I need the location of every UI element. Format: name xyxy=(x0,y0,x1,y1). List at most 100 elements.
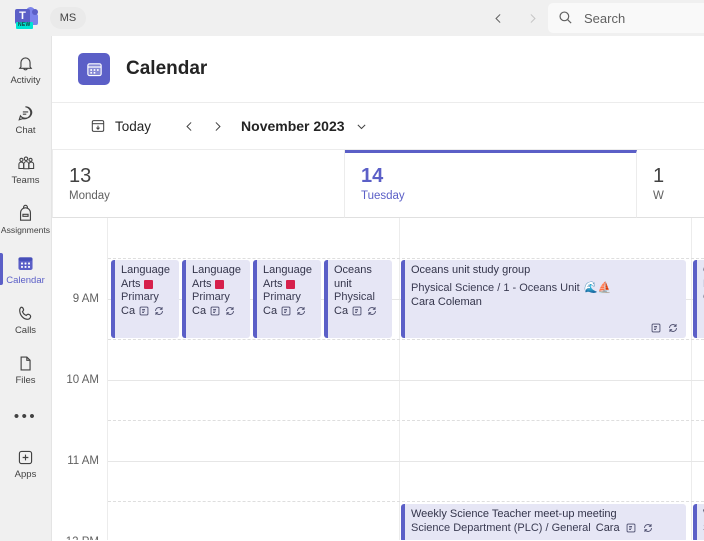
calendar-app-icon xyxy=(78,53,110,85)
search-input[interactable]: Search xyxy=(584,11,625,26)
sidebar-item-label: Activity xyxy=(10,75,41,86)
teams-people-icon xyxy=(15,152,37,174)
sidebar-item-apps[interactable]: Apps xyxy=(0,438,52,488)
event-title: Weekly Science Teacher meet-up meeting xyxy=(411,508,617,520)
day-header-wednesday[interactable]: 1 W xyxy=(637,150,704,218)
calendar-event[interactable]: Language Arts Primary Ca xyxy=(182,260,250,338)
event-title-line1: Language xyxy=(263,264,312,276)
calendar-body: 9 AM 10 AM 11 AM 12 PM Language xyxy=(52,218,704,540)
day-name: Tuesday xyxy=(361,190,405,202)
sidebar-item-label: Apps xyxy=(14,469,37,480)
recurring-icon xyxy=(667,322,679,334)
notes-icon xyxy=(625,522,637,534)
today-label: Today xyxy=(115,118,152,134)
sidebar-item-calls[interactable]: Calls xyxy=(0,294,52,344)
recurring-icon xyxy=(366,305,378,317)
day-name: Monday xyxy=(69,190,110,202)
back-button[interactable] xyxy=(484,4,512,32)
calendar-event[interactable]: O P C xyxy=(693,260,704,338)
event-person: Ca xyxy=(263,304,278,317)
event-person: Cara Coleman xyxy=(411,295,482,308)
calendar-event[interactable]: Language Arts Primary Ca xyxy=(253,260,321,338)
event-title: Oceans unit study group xyxy=(411,264,531,276)
sidebar-item-chat[interactable]: Chat xyxy=(0,94,52,144)
calendar-event[interactable]: Language Arts Primary Ca xyxy=(111,260,179,338)
half-hour-line xyxy=(108,339,704,340)
half-hour-line xyxy=(108,258,704,259)
hour-line xyxy=(108,461,704,462)
event-subtitle: Physical Science / 1 - Oceans Unit xyxy=(411,281,580,294)
notes-icon xyxy=(280,305,292,317)
sidebar-item-assignments[interactable]: Assignments xyxy=(0,194,52,244)
event-title-line1: Language xyxy=(192,264,241,276)
history-nav xyxy=(484,0,546,36)
time-label: 10 AM xyxy=(66,374,99,386)
sidebar-item-label: Assignments xyxy=(0,225,51,235)
calendar-event[interactable]: Oceans unit Physical Ca xyxy=(324,260,392,338)
calendar-event[interactable]: Weekly Science Teacher meet-up meeting S… xyxy=(401,504,686,540)
next-week-button[interactable] xyxy=(203,112,231,140)
time-gutter: 9 AM 10 AM 11 AM 12 PM xyxy=(52,218,108,540)
day-header-tuesday[interactable]: 14 Tuesday xyxy=(345,150,637,218)
recurring-icon xyxy=(224,305,236,317)
calendar-grid: 13 Monday 14 Tuesday 1 W 9 AM 10 AM 11 A… xyxy=(52,150,704,540)
half-hour-line xyxy=(108,420,704,421)
recurring-icon xyxy=(295,305,307,317)
time-label: 9 AM xyxy=(72,293,99,305)
day-number: 13 xyxy=(69,165,92,187)
forward-button[interactable] xyxy=(518,4,546,32)
chevron-down-icon xyxy=(355,120,368,133)
calendar-event[interactable]: Oceans unit study group Physical Science… xyxy=(401,260,686,338)
event-subject: Physical xyxy=(334,291,375,303)
sidebar-item-label: Calls xyxy=(14,325,37,336)
sidebar-item-label: Calendar xyxy=(6,275,45,286)
event-subject: Primary xyxy=(121,291,159,303)
phone-icon xyxy=(15,302,37,324)
red-square-icon xyxy=(285,279,295,289)
day-header-row: 13 Monday 14 Tuesday 1 W xyxy=(52,150,704,218)
hour-line xyxy=(108,380,704,381)
recurring-icon xyxy=(153,305,165,317)
backpack-icon xyxy=(15,202,37,224)
main-content: Calendar Today November 2023 13 Monday 1… xyxy=(52,36,704,541)
apps-plus-icon xyxy=(15,446,37,468)
view-picker-button[interactable] xyxy=(355,120,368,133)
prev-week-button[interactable] xyxy=(175,112,203,140)
day-number: 1 xyxy=(653,165,665,187)
event-title-line2: Arts xyxy=(263,277,283,290)
sidebar-item-activity[interactable]: Activity xyxy=(0,44,52,94)
app-badge[interactable]: MS xyxy=(50,7,86,29)
month-label: November 2023 xyxy=(241,118,345,134)
search-bar[interactable]: Search xyxy=(548,3,704,33)
event-subject: Primary xyxy=(263,291,301,303)
sidebar-item-files[interactable]: Files xyxy=(0,344,52,394)
event-title-line2: Arts xyxy=(192,277,212,290)
calendar-event[interactable]: W S xyxy=(693,504,704,540)
notes-icon xyxy=(138,305,150,317)
file-icon xyxy=(15,352,37,374)
chat-bubble-icon xyxy=(15,102,37,124)
event-title-line2: unit xyxy=(334,277,352,290)
day-number: 14 xyxy=(361,165,384,187)
today-button[interactable]: Today xyxy=(82,113,159,139)
calendar-toolbar: Today November 2023 xyxy=(52,102,704,150)
sidebar-item-teams[interactable]: Teams xyxy=(0,144,52,194)
notes-icon xyxy=(650,322,662,334)
teams-logo-new-tag: NEW xyxy=(16,22,33,29)
sidebar-item-label: Files xyxy=(15,375,36,386)
event-person: Ca xyxy=(121,304,136,317)
sidebar-item-label: Chat xyxy=(15,125,36,136)
bell-icon xyxy=(15,52,37,74)
recurring-icon xyxy=(642,522,654,534)
event-person: Ca xyxy=(334,304,349,317)
sidebar-item-calendar[interactable]: Calendar xyxy=(0,244,52,294)
event-person: Cara xyxy=(595,521,620,534)
search-icon xyxy=(558,10,574,26)
event-title-line1: Language xyxy=(121,264,170,276)
time-label: 12 PM xyxy=(66,536,99,540)
red-square-icon xyxy=(214,279,224,289)
half-hour-line xyxy=(108,501,704,502)
sidebar-more-button[interactable]: ••• xyxy=(0,394,52,438)
event-subject: Primary xyxy=(192,291,230,303)
day-header-monday[interactable]: 13 Monday xyxy=(53,150,345,218)
